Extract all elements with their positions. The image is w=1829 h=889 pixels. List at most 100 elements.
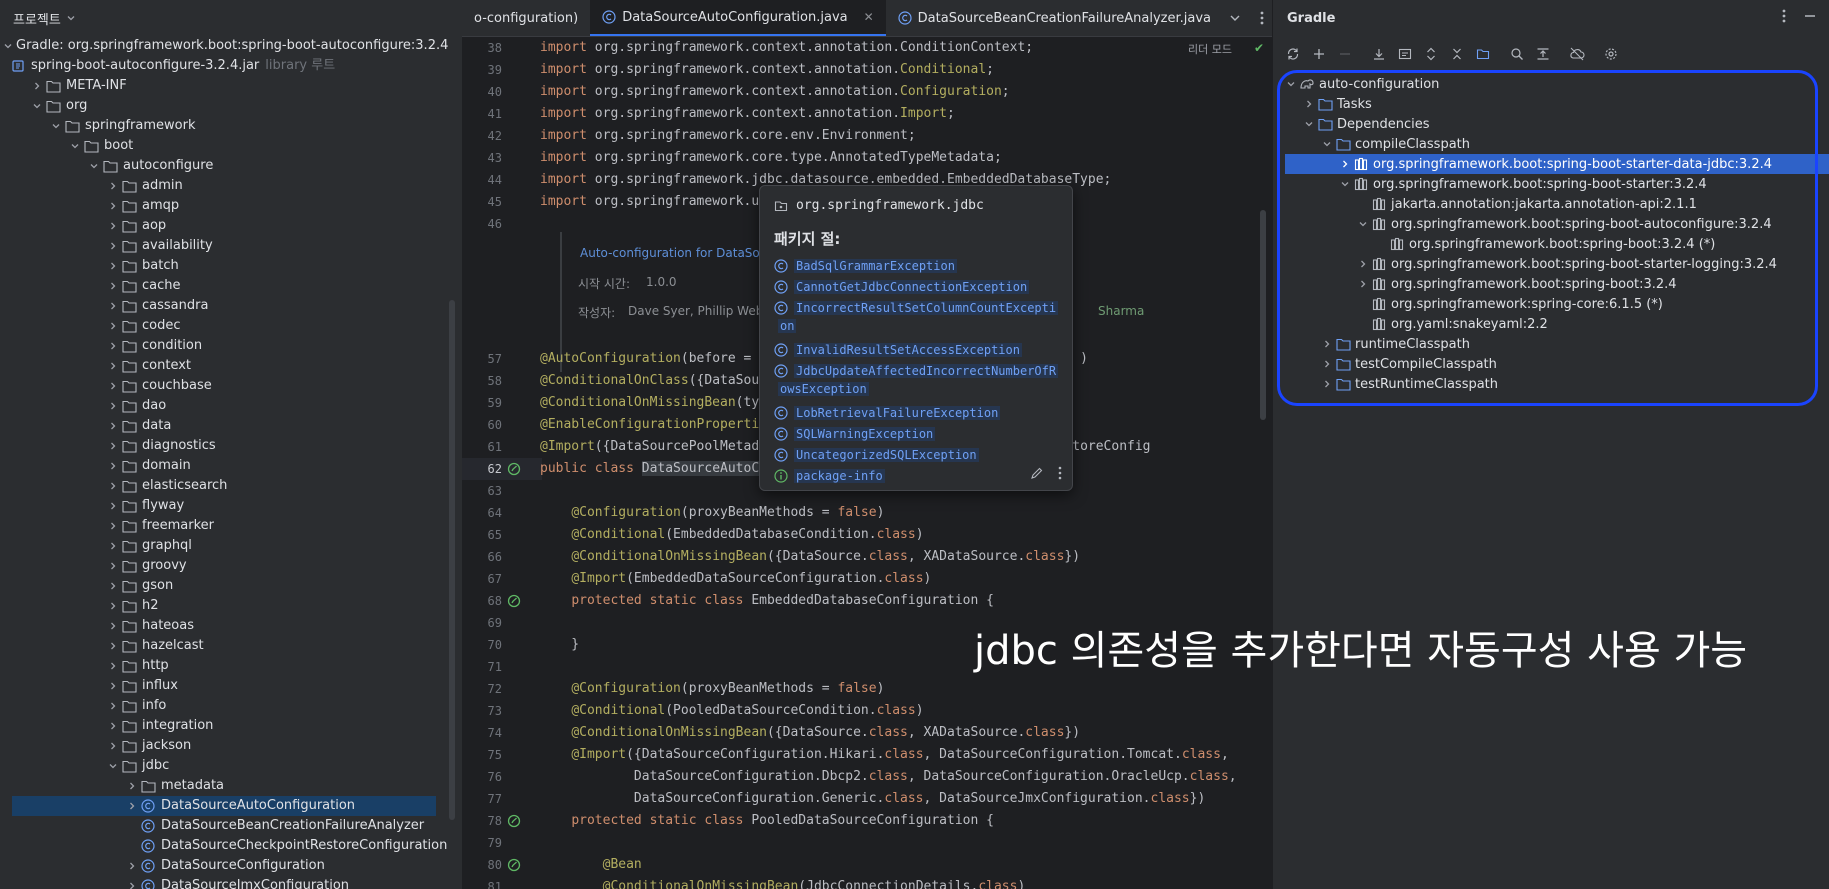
gradle-tree-item[interactable]: runtimeClasspath [1273, 334, 1829, 354]
chevron-right-icon[interactable] [1319, 379, 1335, 389]
more-vertical-icon[interactable] [1058, 466, 1062, 480]
project-tree-item[interactable]: DataSourceCheckpointRestoreConfiguration [0, 836, 462, 856]
chevron-down-icon[interactable] [29, 96, 45, 116]
popup-class-link[interactable]: package-info [774, 469, 885, 483]
project-tree-item[interactable]: jackson [0, 736, 462, 756]
offline-mode-icon[interactable] [1569, 46, 1585, 62]
project-tree-item[interactable]: DataSourceConfiguration [0, 856, 462, 876]
project-tree-item[interactable]: cache [0, 276, 462, 296]
project-tree-item[interactable]: h2 [0, 596, 462, 616]
chevron-right-icon[interactable] [105, 356, 121, 376]
project-tree-item[interactable]: META-INF [0, 76, 462, 96]
chevron-right-icon[interactable] [29, 76, 45, 96]
project-tree-item[interactable]: amqp [0, 196, 462, 216]
project-tree-item[interactable]: diagnostics [0, 436, 462, 456]
popup-class-link[interactable]: InvalidResultSetAccessException [774, 343, 1022, 357]
chevron-right-icon[interactable] [1301, 99, 1317, 109]
gradle-tree-item[interactable]: org.springframework.boot:spring-boot-aut… [1273, 214, 1829, 234]
chevron-right-icon[interactable] [105, 236, 121, 256]
chevron-right-icon[interactable] [105, 316, 121, 336]
editor-tab[interactable]: o-configuration) [462, 0, 590, 36]
project-tree-item[interactable]: metadata [0, 776, 462, 796]
popup-class-link[interactable]: CannotGetJdbcConnectionException [774, 280, 1030, 294]
gradle-tree-item[interactable]: testCompileClasspath [1273, 354, 1829, 374]
spring-bean-gutter-icon[interactable] [506, 461, 522, 477]
chevron-right-icon[interactable] [105, 696, 121, 716]
chevron-down-icon[interactable] [0, 36, 16, 56]
gradle-tree-item[interactable]: org.springframework.boot:spring-boot:3.2… [1273, 274, 1829, 294]
project-tree-item[interactable]: availability [0, 236, 462, 256]
project-tree-item[interactable]: cassandra [0, 296, 462, 316]
chevron-right-icon[interactable] [105, 396, 121, 416]
chevron-right-icon[interactable] [105, 456, 121, 476]
gradle-tree-item[interactable]: org.yaml:snakeyaml:2.2 [1273, 314, 1829, 334]
project-tree-item[interactable]: codec [0, 316, 462, 336]
popup-class-name-wrap[interactable]: on [778, 319, 797, 333]
project-tree-item[interactable]: DataSourceAutoConfiguration [0, 796, 462, 816]
chevron-right-icon[interactable] [105, 336, 121, 356]
project-tree-item[interactable]: DataSourceJmxConfiguration [0, 876, 462, 889]
tree-jar[interactable]: spring-boot-autoconfigure-3.2.4.jar libr… [0, 56, 462, 76]
project-tree-item[interactable]: graphql [0, 536, 462, 556]
edit-icon[interactable] [1030, 466, 1044, 480]
project-tree-item[interactable]: integration [0, 716, 462, 736]
gradle-tree-item[interactable]: compileClasspath [1273, 134, 1829, 154]
chevron-down-icon[interactable] [1337, 179, 1353, 189]
popup-class-link[interactable]: LobRetrievalFailureException [774, 406, 1001, 420]
project-tree-item[interactable]: aop [0, 216, 462, 236]
chevron-right-icon[interactable] [105, 616, 121, 636]
project-tree-item[interactable]: elasticsearch [0, 476, 462, 496]
project-tree-item[interactable]: gson [0, 576, 462, 596]
gradle-tree-item[interactable]: Tasks [1273, 94, 1829, 114]
gradle-tree-item[interactable]: org.springframework.boot:spring-boot-sta… [1273, 174, 1829, 194]
popup-class-link[interactable]: UncategorizedSQLException [774, 448, 979, 462]
chevron-right-icon[interactable] [1319, 359, 1335, 369]
chevron-right-icon[interactable] [105, 416, 121, 436]
project-tree-item[interactable]: boot [0, 136, 462, 156]
popup-class-link[interactable]: SQLWarningException [774, 427, 936, 441]
project-tree-item[interactable]: admin [0, 176, 462, 196]
chevron-right-icon[interactable] [124, 776, 140, 796]
chevron-right-icon[interactable] [105, 276, 121, 296]
popup-class-link[interactable]: BadSqlGrammarException [774, 259, 957, 273]
chevron-right-icon[interactable] [124, 856, 140, 876]
chevron-right-icon[interactable] [105, 656, 121, 676]
chevron-right-icon[interactable] [105, 576, 121, 596]
gradle-tree-item[interactable]: org.springframework.boot:spring-boot-sta… [1273, 254, 1829, 274]
gradle-tree-item[interactable]: org.springframework:spring-core:6.1.5 (*… [1273, 294, 1829, 314]
chevron-right-icon[interactable] [105, 216, 121, 236]
show-dependencies-icon[interactable] [1535, 46, 1551, 62]
chevron-right-icon[interactable] [105, 516, 121, 536]
gradle-tree-item[interactable]: org.springframework.boot:spring-boot-sta… [1285, 154, 1829, 174]
project-tree-item[interactable]: freemarker [0, 516, 462, 536]
spring-bean-gutter-icon[interactable] [506, 813, 522, 829]
chevron-down-icon[interactable] [67, 136, 83, 156]
project-tree-item[interactable]: influx [0, 676, 462, 696]
chevron-down-icon[interactable] [1319, 139, 1335, 149]
chevron-down-icon[interactable] [1301, 119, 1317, 129]
editor-tab[interactable]: DataSourceBeanCreationFailureAnalyzer.ja… [886, 0, 1223, 36]
chevron-right-icon[interactable] [105, 596, 121, 616]
chevron-right-icon[interactable] [1355, 279, 1371, 289]
gradle-tree-item[interactable]: auto-configuration [1273, 74, 1829, 94]
project-tree-item[interactable]: jdbc [0, 756, 462, 776]
gradle-tree-item[interactable]: org.springframework.boot:spring-boot:3.2… [1273, 234, 1829, 254]
project-tree-item[interactable]: dao [0, 396, 462, 416]
analyze-dependencies-icon[interactable] [1509, 46, 1525, 62]
project-tree-item[interactable]: couchbase [0, 376, 462, 396]
project-tree-item[interactable]: springframework [0, 116, 462, 136]
project-tree-item[interactable]: groovy [0, 556, 462, 576]
project-tree-item[interactable]: hazelcast [0, 636, 462, 656]
chevron-right-icon[interactable] [105, 716, 121, 736]
chevron-right-icon[interactable] [105, 476, 121, 496]
chevron-down-icon[interactable] [1355, 219, 1371, 229]
project-panel-header[interactable]: 프로젝트 [0, 0, 462, 36]
chevron-right-icon[interactable] [124, 876, 140, 889]
project-tree-item[interactable]: context [0, 356, 462, 376]
chevron-right-icon[interactable] [105, 736, 121, 756]
download-icon[interactable] [1371, 46, 1387, 62]
chevron-right-icon[interactable] [105, 256, 121, 276]
project-tree-item[interactable]: info [0, 696, 462, 716]
more-vertical-icon[interactable] [1260, 11, 1264, 25]
add-icon[interactable] [1311, 46, 1327, 62]
